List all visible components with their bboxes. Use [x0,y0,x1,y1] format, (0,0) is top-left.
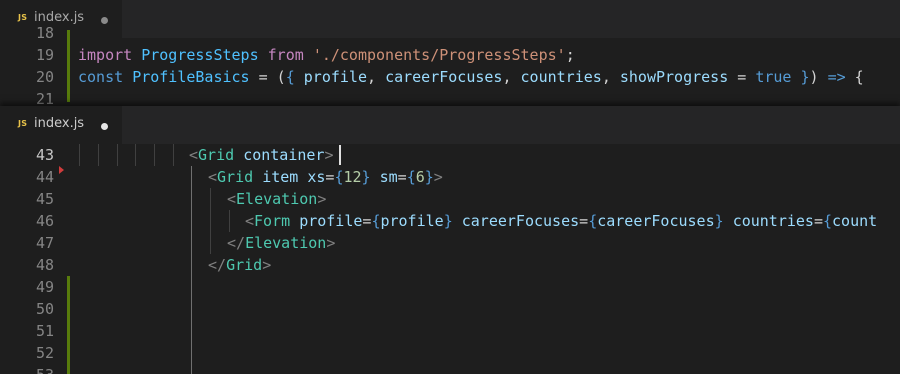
code-line[interactable]: 20 const ProfileBasics = ({ profile, car… [0,66,900,88]
line-number: 19 [35,46,54,64]
line-number: 20 [35,68,54,86]
tab-bar: JS index.js [0,106,900,144]
line-number: 21 [35,90,54,106]
code-line[interactable]: 45 <Elevation> [0,188,900,210]
tab-index-js[interactable]: JS index.js [0,106,122,144]
code-line[interactable]: 47 </Elevation> [0,232,900,254]
code-line[interactable]: 43 <Grid container> [0,144,900,166]
text-cursor [339,145,341,165]
code-text[interactable]: <Grid item xs={12} sm={6}> [208,166,443,188]
javascript-file-icon: JS [18,13,28,22]
code-text[interactable]: <Grid container> [189,144,334,166]
tab-filename: index.js [34,116,85,131]
code-line[interactable]: 44 <Grid item xs={12} sm={6}> [0,166,900,188]
code-text[interactable]: </Grid> [208,254,271,276]
line-number: 49 [35,278,54,296]
javascript-file-icon: JS [18,119,28,128]
code-line[interactable]: 50 [0,298,900,320]
code-line[interactable]: 53 [0,364,900,374]
code-line[interactable]: 49 [0,276,900,298]
code-text[interactable]: <Elevation> [227,188,326,210]
code-line[interactable]: 18 [0,22,900,44]
line-number: 51 [35,322,54,340]
code-text[interactable]: <Form profile={profile} careerFocuses={c… [245,210,877,232]
line-number: 53 [0,364,54,374]
line-number: 18 [35,24,54,42]
code-text[interactable]: </Elevation> [227,232,335,254]
top-editor-pane: JS index.js 18 19 import ProgressSteps f… [0,0,900,106]
line-number: 48 [35,256,54,274]
line-number: 44 [35,168,54,186]
code-line[interactable]: 51 [0,320,900,342]
code-line[interactable]: 48 </Grid> [0,254,900,276]
line-number: 47 [35,234,54,252]
code-line[interactable]: 21 [0,88,900,106]
line-number: 45 [35,190,54,208]
code-text[interactable]: const ProfileBasics = ({ profile, career… [78,66,864,88]
line-number: 43 [35,146,54,164]
line-number: 52 [35,344,54,362]
bottom-editor-pane: JS index.js 43 <Grid container> 44 <Grid… [0,106,900,374]
unsaved-dot-icon[interactable] [101,123,108,130]
line-number: 46 [35,212,54,230]
code-line[interactable]: 46 <Form profile={profile} careerFocuses… [0,210,900,232]
code-line[interactable]: 52 [0,342,900,364]
line-number: 50 [35,300,54,318]
code-line[interactable]: 19 import ProgressSteps from './componen… [0,44,900,66]
code-text[interactable]: import ProgressSteps from './components/… [78,44,575,66]
